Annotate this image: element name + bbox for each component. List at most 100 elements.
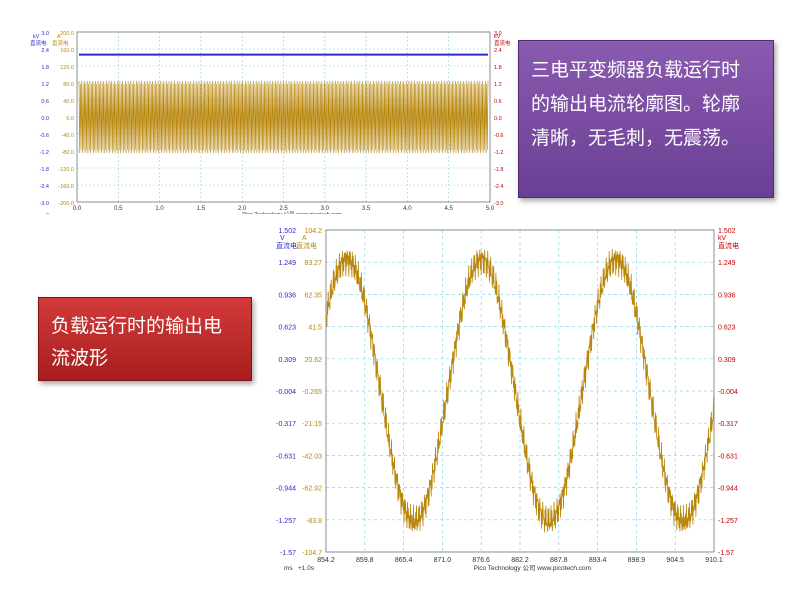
purple-caption-line-1: 三电平变频器负载运行时 [531,59,741,81]
top-ytick-kv: 1.2 [41,82,49,88]
bottom-xtick: 865.4 [395,557,413,564]
bottom-ytick-right: -1.57 [718,550,734,557]
top-ytick-a: -80.0 [61,150,74,156]
top-ytick-kv: -0.6 [40,133,49,139]
bottom-ytick-a: 62.35 [304,292,322,299]
bottom-ytick-a: -62.92 [302,486,322,493]
top-ytick-kv: -1.8 [40,167,49,173]
top-ytick-kv: 1.8 [41,65,49,71]
bottom-left-channel-1: 直流电 [276,241,297,250]
red-caption-box: 负载运行时的输出电 流波形 [38,297,252,381]
top-xtick: 5.0 [486,206,495,212]
bottom-xtick: 876.6 [472,557,490,564]
bottom-ytick-right: -1.257 [718,518,738,525]
top-ytick-kv: 0.6 [41,99,49,105]
bottom-left-unit-1: V [280,235,285,242]
top-ytick-a: 120.0 [60,65,74,71]
top-right-channel: 直流电 [494,39,511,47]
top-ytick-kv: 3.0 [41,31,49,37]
bottom-ytick-a: -0.265 [302,389,322,396]
bottom-ytick-a: -83.8 [306,518,322,525]
top-ytick-kv: -2.4 [40,184,49,190]
top-right-unit: kV [494,34,501,40]
bottom-ytick-a: 83.27 [304,260,322,267]
bottom-ytick-v: -1.57 [280,550,296,557]
bottom-ytick-right: -0.004 [718,389,738,396]
bottom-ytick-right: 0.309 [718,357,736,364]
top-ytick-right: -1.8 [494,167,503,173]
bottom-left-channel-2: 直流电 [296,241,317,250]
bottom-ytick-right: 1.249 [718,260,736,267]
bottom-xtick: 871.0 [434,557,452,564]
bottom-chart: 1.502 1.249 0.936 0.623 0.309 -0.004 -0.317 -0.… [270,222,740,572]
top-xtick: 4.0 [403,206,412,212]
top-ytick-right: 0.0 [494,116,502,122]
top-ytick-right: -1.2 [494,150,503,156]
top-ytick-kv: -1.2 [40,150,49,156]
bottom-ytick-v: -1.257 [276,518,296,525]
bottom-ytick-right: -0.944 [718,486,738,493]
top-ytick-a: 200.0 [60,31,74,37]
bottom-ytick-right: 0.936 [718,292,736,299]
top-ytick-a: -40.0 [61,133,74,139]
bottom-xtick: 893.4 [589,557,607,564]
bottom-right-channel: 直流电 [718,241,739,250]
bottom-ytick-a: -21.15 [302,421,322,428]
top-ytick-right: -0.6 [494,133,503,139]
top-footer: Pico Technology 公司 www.picotech.com [242,211,342,214]
purple-caption-line-2: 的输出电流轮廓图。轮廓 [531,93,741,115]
bottom-xtick: 904.5 [666,557,684,564]
purple-caption-line-3: 清晰，无毛刺，无震荡。 [531,127,741,149]
bottom-xtick: 887.8 [550,557,568,564]
top-left-unit-1: kV [33,34,40,40]
top-xtick: 0.0 [73,206,82,212]
bottom-xtick: 854.2 [317,557,335,564]
bottom-x-offset: +1.0s [298,565,315,572]
top-ytick-a: -200.0 [58,201,74,207]
top-ytick-right: 2.4 [494,48,502,54]
bottom-ytick-right: 0.623 [718,325,736,332]
top-ytick-right: 1.8 [494,65,502,71]
top-xtick: 1.5 [197,206,206,212]
top-ytick-right: -3.0 [494,201,503,207]
top-ytick-right: 0.6 [494,99,502,105]
bottom-ytick-right: 1.502 [718,228,736,235]
top-ytick-a: 40.0 [63,99,74,105]
purple-caption-box: 三电平变频器负载运行时 的输出电流轮廓图。轮廓 清晰，无毛刺，无震荡。 [518,40,774,198]
bottom-left-unit-2: A [302,235,307,242]
bottom-right-unit: kV [718,235,727,242]
top-ytick-right: -2.4 [494,184,503,190]
bottom-ytick-v: -0.631 [276,453,296,460]
bottom-ytick-a: 20.62 [304,357,322,364]
top-xtick: 1.0 [155,206,164,212]
bottom-ytick-v: 0.309 [278,357,296,364]
bottom-ytick-v: -0.004 [276,389,296,396]
top-ytick-kv: 0.0 [41,116,49,122]
bottom-ytick-right: -0.631 [718,453,738,460]
top-chart-svg: 3.0 2.4 1.8 1.2 0.6 0.0 -0.6 -1.2 -1.8 -2.4 -3.0 20… [30,31,511,218]
bottom-xtick: 910.1 [705,557,723,564]
top-xtick: 4.5 [445,206,454,212]
bottom-ytick-v: 0.623 [278,325,296,332]
bottom-xtick: 859.8 [356,557,374,564]
top-xtick: 0.5 [114,206,123,212]
top-ytick-a: -160.0 [58,184,74,190]
top-xtick: 3.5 [362,206,371,212]
top-left-unit-2: A [57,34,61,40]
bottom-x-unit: ms [284,565,293,572]
top-ytick-right: 1.2 [494,82,502,88]
bottom-ytick-v: -0.944 [276,486,296,493]
bottom-xtick: 898.9 [628,557,646,564]
top-chart: 3.0 2.4 1.8 1.2 0.6 0.0 -0.6 -1.2 -1.8 -2.4 -3.0 20… [25,24,515,218]
bottom-ytick-v: 0.936 [278,292,296,299]
bottom-ytick-v: 1.502 [278,228,296,235]
top-ytick-kv: 2.4 [41,48,49,54]
bottom-ytick-v: -0.317 [276,421,296,428]
top-ytick-a: 160.0 [60,48,74,54]
bottom-ytick-a: -42.03 [302,453,322,460]
bottom-ytick-a: 104.2 [304,228,322,235]
bottom-ytick-a: -104.7 [302,550,322,557]
top-left-channel-2: 直流电 [52,39,69,47]
bottom-ytick-a: 41.5 [308,325,322,332]
top-left-channel-1: 直流电 [30,39,47,47]
